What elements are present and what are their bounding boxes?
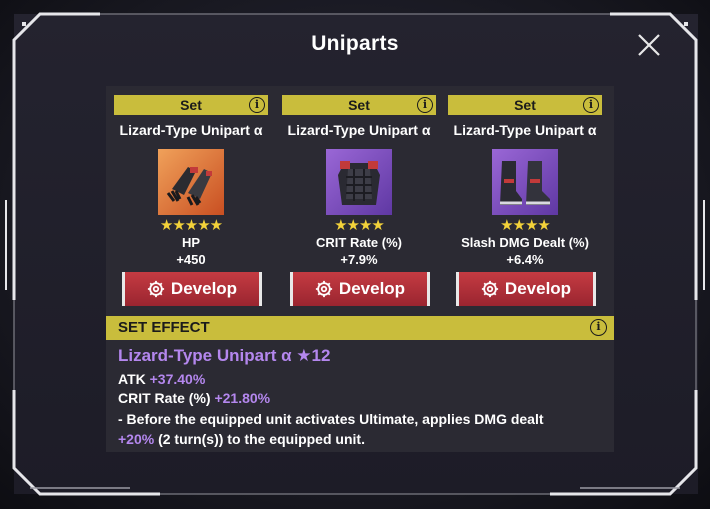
info-icon[interactable]: i <box>590 319 607 336</box>
modal-title: Uniparts <box>311 32 399 55</box>
effect-description-line-2: +20% (2 turn(s)) to the equipped unit. <box>118 431 365 447</box>
effect-dmg-value: +20% <box>118 431 155 447</box>
set-badge: Set i <box>282 95 436 115</box>
close-icon <box>638 34 660 56</box>
unipart-name: Lizard-Type Unipart α <box>453 122 597 138</box>
gauntlet-icon <box>158 149 224 215</box>
atk-value: +37.40% <box>149 371 206 387</box>
develop-label: Develop <box>504 279 572 298</box>
develop-button[interactable]: Develop <box>122 272 262 306</box>
info-icon[interactable]: i <box>417 97 433 113</box>
set-badge: Set i <box>114 95 268 115</box>
info-icon[interactable]: i <box>583 97 599 113</box>
set-effect-header: SET EFFECT i <box>106 316 614 340</box>
crit-label: CRIT Rate (%) <box>118 390 211 406</box>
set-label: Set <box>348 97 370 113</box>
unipart-card-3: Set i Lizard-Type Unipart α ★★★★ Slash D… <box>440 86 602 316</box>
stat-value: +6.4% <box>506 252 544 267</box>
atk-label: ATK <box>118 371 146 387</box>
armor-icon <box>326 149 392 215</box>
crit-value: +21.80% <box>214 390 271 406</box>
develop-label: Develop <box>170 279 238 298</box>
set-effect-title: Lizard-Type Unipart α ★12 <box>118 346 331 365</box>
gear-icon <box>481 280 499 298</box>
unipart-name: Lizard-Type Unipart α <box>119 122 263 138</box>
star-rating: ★★★★★ <box>159 217 223 234</box>
unipart-card-2: Set i Lizard-Type Unipart α ★★★★ CRIT Ra… <box>274 86 436 316</box>
unipart-cards: Set i Lizard-Type Unipart α ★★★★★ HP +45… <box>106 86 614 316</box>
set-effect-panel: Lizard-Type Unipart α ★12 ATK +37.40% CR… <box>106 340 614 452</box>
gear-icon <box>315 280 333 298</box>
develop-button[interactable]: Develop <box>290 272 430 306</box>
atk-bonus-line: ATK +37.40% <box>118 371 205 387</box>
effect-description-rest: (2 turn(s)) to the equipped unit. <box>158 431 365 447</box>
star-rating: ★★★★ <box>500 217 551 234</box>
info-icon[interactable]: i <box>249 97 265 113</box>
stat-name: HP <box>181 235 201 250</box>
set-label: Set <box>514 97 536 113</box>
close-button[interactable] <box>634 30 664 60</box>
develop-button[interactable]: Develop <box>456 272 596 306</box>
set-badge: Set i <box>448 95 602 115</box>
star-rating: ★★★★ <box>334 217 385 234</box>
unipart-name: Lizard-Type Unipart α <box>287 122 431 138</box>
stat-name: Slash DMG Dealt (%) <box>461 235 589 250</box>
boots-icon <box>492 149 558 215</box>
stat-value: +450 <box>176 252 206 267</box>
effect-description-line-1: - Before the equipped unit activates Ult… <box>118 411 544 427</box>
develop-label: Develop <box>338 279 406 298</box>
crit-bonus-line: CRIT Rate (%) +21.80% <box>118 390 270 406</box>
unipart-card-1: Set i Lizard-Type Unipart α ★★★★★ HP +45… <box>106 86 268 316</box>
stat-value: +7.9% <box>340 252 378 267</box>
gear-icon <box>147 280 165 298</box>
set-label: Set <box>180 97 202 113</box>
stat-name: CRIT Rate (%) <box>316 235 402 250</box>
set-effect-label: SET EFFECT <box>118 319 210 336</box>
